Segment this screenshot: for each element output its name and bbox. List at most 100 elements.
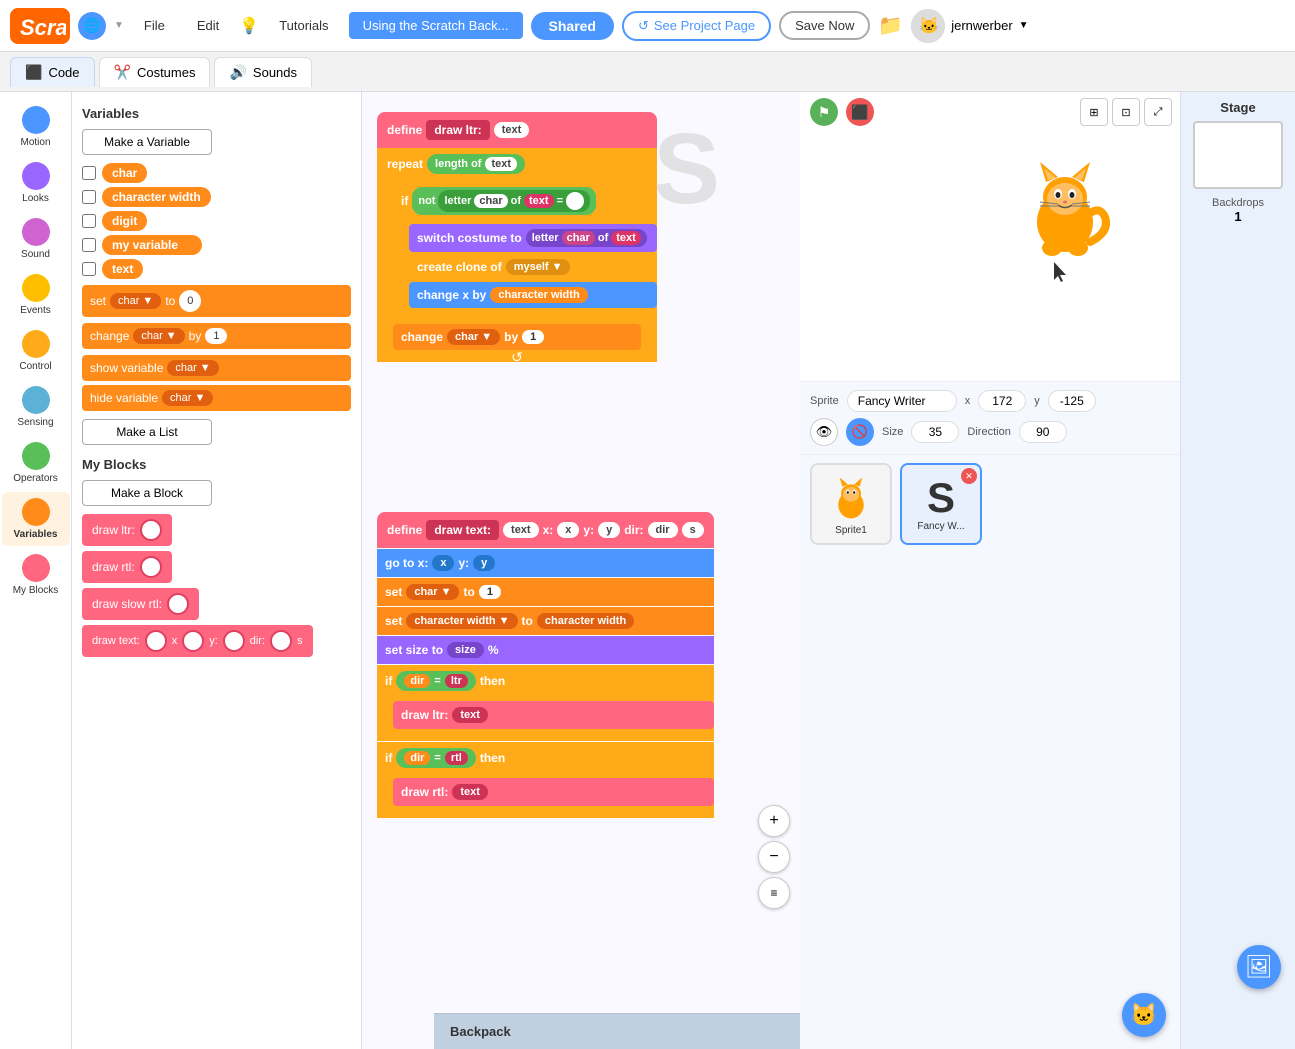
category-looks[interactable]: Looks (2, 156, 70, 210)
change-char-block-wrapper: change char ▼ by 1 (82, 323, 351, 349)
zoom-out-btn[interactable]: − (758, 841, 790, 873)
set-char-block[interactable]: set char ▼ to 0 (82, 285, 351, 317)
var-row-char: char (82, 163, 351, 183)
if-dir-rtl-top[interactable]: if dir = rtl then (377, 742, 714, 774)
see-project-btn[interactable]: ↺ See Project Page (622, 11, 771, 41)
draw-text-input4[interactable] (270, 630, 292, 652)
draw-text-input2[interactable] (182, 630, 204, 652)
draw-ltr-call[interactable]: draw ltr: text (393, 701, 714, 729)
save-now-btn[interactable]: Save Now (779, 11, 870, 40)
sprite-name-input[interactable] (847, 390, 957, 412)
large-stage-btn[interactable]: ⊡ (1112, 98, 1140, 126)
var-checkbox-char[interactable] (82, 166, 96, 180)
draw-rtl-block[interactable]: draw rtl: (82, 551, 172, 583)
eye-hidden-btn[interactable]: 🚫 (846, 418, 874, 446)
size-input[interactable] (911, 421, 959, 443)
file-menu[interactable]: File (132, 12, 177, 39)
green-flag-btn[interactable]: ⚑ (810, 98, 838, 126)
draw-rtl-call[interactable]: draw rtl: text (393, 778, 714, 806)
stage-thumbnail[interactable] (1193, 121, 1283, 189)
show-variable-block[interactable]: show variable char ▼ (82, 355, 351, 381)
var-checkbox-my-variable[interactable] (82, 238, 96, 252)
tab-sounds[interactable]: 🔊 Sounds (214, 57, 312, 87)
add-backdrop-btn[interactable]: 🖼 (1237, 945, 1281, 989)
create-clone-block[interactable]: create clone of myself ▼ (409, 254, 657, 280)
category-variables[interactable]: Variables (2, 492, 70, 546)
repeat-block[interactable]: repeat length of text (377, 148, 657, 180)
edit-menu[interactable]: Edit (185, 12, 231, 39)
draw-rtl-input[interactable] (140, 556, 162, 578)
draw-ltr-input[interactable] (140, 519, 162, 541)
category-operators[interactable]: Operators (2, 436, 70, 490)
y-coord-input[interactable] (1048, 390, 1096, 412)
fullscreen-btn[interactable]: ⤢ (1144, 98, 1172, 126)
var-block-my-variable[interactable]: my variable (102, 235, 202, 255)
tab-costumes[interactable]: ✂️ Costumes (99, 57, 211, 87)
make-variable-btn[interactable]: Make a Variable (82, 129, 212, 155)
stage-side-label: Stage (1189, 100, 1287, 115)
fancy-s-icon: S (927, 477, 955, 519)
project-name[interactable]: Using the Scratch Back... (349, 12, 523, 39)
set-cw-block[interactable]: set character width ▼ to character width (377, 607, 714, 635)
scripts-area[interactable]: define draw ltr: text repeat length of t… (362, 92, 800, 1049)
make-list-btn[interactable]: Make a List (82, 419, 212, 445)
draw-text-block[interactable]: draw text: x y: dir: s (82, 625, 313, 657)
draw-ltr-block[interactable]: draw ltr: (82, 514, 172, 546)
globe-btn[interactable]: 🌐 (78, 12, 106, 40)
set-char-to-1-block[interactable]: set char ▼ to 1 (377, 578, 714, 606)
folder-icon[interactable]: 📁 (878, 13, 903, 38)
define-draw-ltr-block[interactable]: define draw ltr: text (377, 112, 657, 148)
draw-text-input1[interactable] (145, 630, 167, 652)
draw-slow-rtl-input[interactable] (167, 593, 189, 615)
if-block-top[interactable]: if not letter char of text = (393, 182, 657, 220)
switch-costume-block[interactable]: switch costume to letter char of text (409, 224, 657, 252)
sound-label: Sound (21, 249, 50, 260)
var-block-digit[interactable]: digit (102, 211, 147, 231)
define-dt-x: x (557, 522, 579, 538)
category-sensing[interactable]: Sensing (2, 380, 70, 434)
length-of-pill: length of text (427, 154, 525, 174)
zoom-in-btn[interactable]: + (758, 805, 790, 837)
zoom-reset-btn[interactable]: ≡ (758, 877, 790, 909)
category-my-blocks[interactable]: My Blocks (2, 548, 70, 602)
var-checkbox-digit[interactable] (82, 214, 96, 228)
scratch-logo[interactable]: Scratch (10, 8, 70, 44)
var-block-text[interactable]: text (102, 259, 143, 279)
sprite-thumb-fancy-writer[interactable]: ✕ S Fancy W... (900, 463, 982, 545)
goto-y-arg: y (473, 555, 495, 571)
delete-fancy-btn[interactable]: ✕ (961, 468, 977, 484)
var-checkbox-text[interactable] (82, 262, 96, 276)
ltr-val: ltr (445, 674, 468, 688)
change-char-by-block[interactable]: change char ▼ by 1 (393, 324, 641, 350)
set-size-block[interactable]: set size to size % (377, 636, 714, 664)
user-menu[interactable]: 🐱 jernwerber ▼ (911, 9, 1028, 43)
sprite-thumb-sprite1[interactable]: Sprite1 (810, 463, 892, 545)
change-x-block[interactable]: change x by character width (409, 282, 657, 308)
category-control[interactable]: Control (2, 324, 70, 378)
category-sound[interactable]: Sound (2, 212, 70, 266)
var-checkbox-character-width[interactable] (82, 190, 96, 204)
make-block-btn[interactable]: Make a Block (82, 480, 212, 506)
direction-input[interactable] (1019, 421, 1067, 443)
stop-btn[interactable]: ⬛ (846, 98, 874, 126)
x-coord-input[interactable] (978, 390, 1026, 412)
tutorials-btn[interactable]: Tutorials (267, 12, 340, 39)
var-block-character-width[interactable]: character width (102, 187, 211, 207)
backpack-bar[interactable]: Backpack (434, 1013, 800, 1049)
go-to-xy-block[interactable]: go to x: x y: y (377, 549, 714, 577)
if-dir-ltr-top[interactable]: if dir = ltr then (377, 665, 714, 697)
not-operator: not letter char of text = (412, 187, 596, 215)
category-motion[interactable]: Motion (2, 100, 70, 154)
small-stage-btn[interactable]: ⊞ (1080, 98, 1108, 126)
tab-code[interactable]: ⬛ Code (10, 57, 95, 87)
var-block-char[interactable]: char (102, 163, 147, 183)
shared-badge[interactable]: Shared (531, 12, 614, 40)
change-char-block[interactable]: change char ▼ by 1 (82, 323, 351, 349)
eye-visible-btn[interactable]: 👁 (810, 418, 838, 446)
category-events[interactable]: Events (2, 268, 70, 322)
draw-slow-rtl-block[interactable]: draw slow rtl: (82, 588, 199, 620)
define-draw-text-block[interactable]: define draw text: text x: x y: y dir: di… (377, 512, 714, 548)
draw-text-input3[interactable] (223, 630, 245, 652)
hide-variable-block[interactable]: hide variable char ▼ (82, 385, 351, 411)
add-sprite-btn[interactable]: 🐱 (1122, 993, 1166, 1037)
